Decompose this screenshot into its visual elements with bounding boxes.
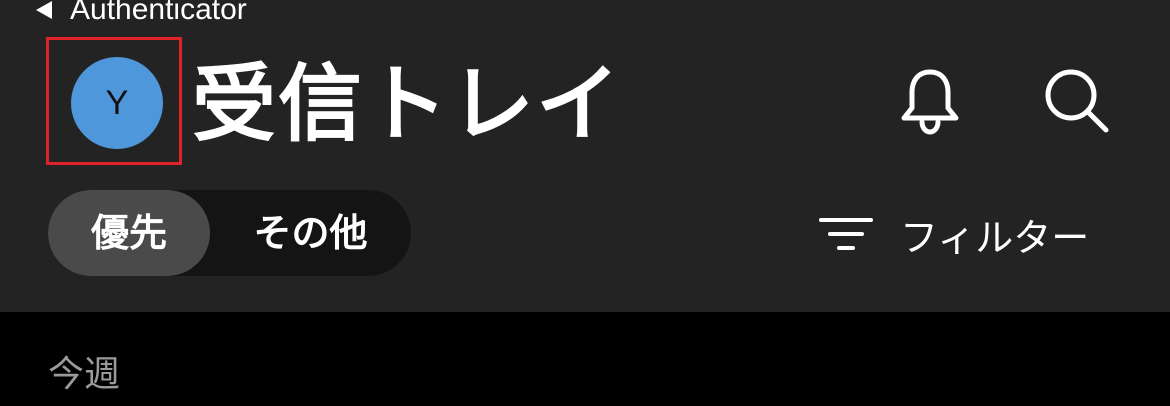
inbox-header: Authenticator Y 受信トレイ 優先 その他 フィルター [0,0,1170,312]
inbox-tab-switcher: 優先 その他 [48,190,411,276]
page-title: 受信トレイ [192,55,623,153]
filter-icon [819,218,873,250]
search-icon [1045,69,1109,133]
back-arrow-icon [36,1,52,19]
bell-icon [901,69,959,135]
back-link-label: Authenticator [70,0,247,26]
account-avatar-button[interactable]: Y [71,57,163,149]
tab-focused[interactable]: 優先 [48,190,210,276]
filter-label: フィルター [900,215,1090,260]
tab-other[interactable]: その他 [210,190,411,276]
notifications-button[interactable] [890,60,970,140]
back-to-app-link[interactable]: Authenticator [36,0,247,28]
filter-button[interactable]: フィルター [818,205,1089,263]
section-header-this-week: 今週 [48,354,121,395]
search-button[interactable] [1036,60,1116,140]
avatar-initial: Y [105,83,129,122]
